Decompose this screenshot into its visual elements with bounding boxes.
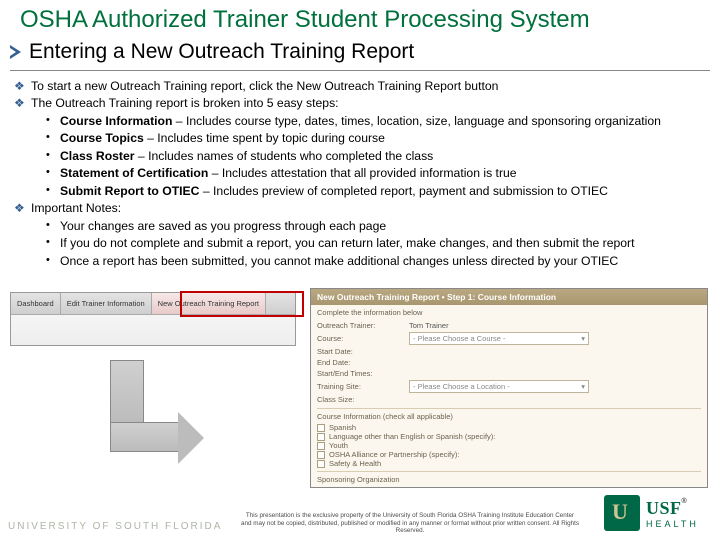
checkbox[interactable] [317,460,325,468]
checkbox[interactable] [317,424,325,432]
nav-screenshot: Dashboard Edit Trainer Information New O… [10,292,296,346]
dot-icon: • [46,253,52,269]
dot-icon: • [46,165,52,181]
dot-icon: • [46,148,52,164]
screenshot-area: Dashboard Edit Trainer Information New O… [10,292,710,492]
check-label: Safety & Health [329,459,381,468]
page-title: OSHA Authorized Trainer Student Processi… [20,6,710,34]
trainer-value: Tom Trainer [409,321,449,330]
form-desc: Complete the information below [311,305,707,320]
logo-usf: USF [646,498,682,518]
note-text: Once a report has been submitted, you ca… [60,253,618,269]
dot-icon: • [46,183,52,199]
site-label: Training Site: [317,382,409,391]
flow-arrow-icon [110,360,200,450]
step-text: Course Information – Includes course typ… [60,113,661,129]
step-text: Submit Report to OTIEC – Includes previe… [60,183,608,199]
dot-icon: • [46,130,52,146]
logo-health: HEALTH [646,519,699,529]
registered-icon: ® [682,498,687,505]
diamond-icon: ❖ [14,78,24,94]
step-text: Statement of Certification – Includes at… [60,165,517,181]
dot-icon: • [46,113,52,129]
content: ❖ To start a new Outreach Training report… [14,78,712,270]
end-label: End Date: [317,358,409,367]
chevron-down-icon: ▾ [581,382,585,391]
step-text: Class Roster – Includes names of student… [60,148,433,164]
trainer-label: Outreach Trainer: [317,321,409,330]
footer: UNIVERSITY OF SOUTH FLORIDA This present… [0,492,720,540]
step-text: Course Topics – Includes time spent by t… [60,130,385,146]
bullet-text: Important Notes: [31,200,121,216]
university-name: UNIVERSITY OF SOUTH FLORIDA [8,521,222,532]
subtitle-row: Entering a New Outreach Training Report [10,40,710,64]
tab-dashboard[interactable]: Dashboard [11,293,61,314]
check-label: Spanish [329,423,356,432]
sponsor-heading: Sponsoring Organization [317,471,701,484]
tab-edit-trainer[interactable]: Edit Trainer Information [61,293,152,314]
chevron-down-icon: ▾ [581,334,585,343]
disclaimer: This presentation is the exclusive prope… [240,512,580,534]
check-label: Youth [329,441,348,450]
checkbox[interactable] [317,451,325,459]
subtitle: Entering a New Outreach Training Report [29,40,414,64]
note-text: If you do not complete and submit a repo… [60,235,635,251]
arrow-bullet-icon [10,45,21,59]
usf-health-logo: USF® HEALTH [604,490,712,536]
diamond-icon: ❖ [14,95,24,111]
size-label: Class Size: [317,395,409,404]
divider [10,70,710,71]
course-select[interactable]: - Please Choose a Course -▾ [409,332,589,345]
bullet-text: The Outreach Training report is broken i… [31,95,339,111]
startend-label: Start/End Times: [317,369,409,378]
bullet-text: To start a new Outreach Training report,… [31,78,498,94]
checkbox[interactable] [317,442,325,450]
start-label: Start Date: [317,347,409,356]
checkbox[interactable] [317,433,325,441]
check-label: OSHA Alliance or Partnership (specify): [329,450,459,459]
course-info-heading: Course Information (check all applicable… [317,408,701,421]
bull-icon [604,495,640,531]
form-screenshot: New Outreach Training Report • Step 1: C… [310,288,708,488]
site-select[interactable]: - Please Choose a Location -▾ [409,380,589,393]
dot-icon: • [46,235,52,251]
diamond-icon: ❖ [14,200,24,216]
note-text: Your changes are saved as you progress t… [60,218,386,234]
highlight-box [180,291,304,317]
dot-icon: • [46,218,52,234]
form-header: New Outreach Training Report • Step 1: C… [311,289,707,305]
check-label: Language other than English or Spanish (… [329,432,495,441]
course-label: Course: [317,334,409,343]
